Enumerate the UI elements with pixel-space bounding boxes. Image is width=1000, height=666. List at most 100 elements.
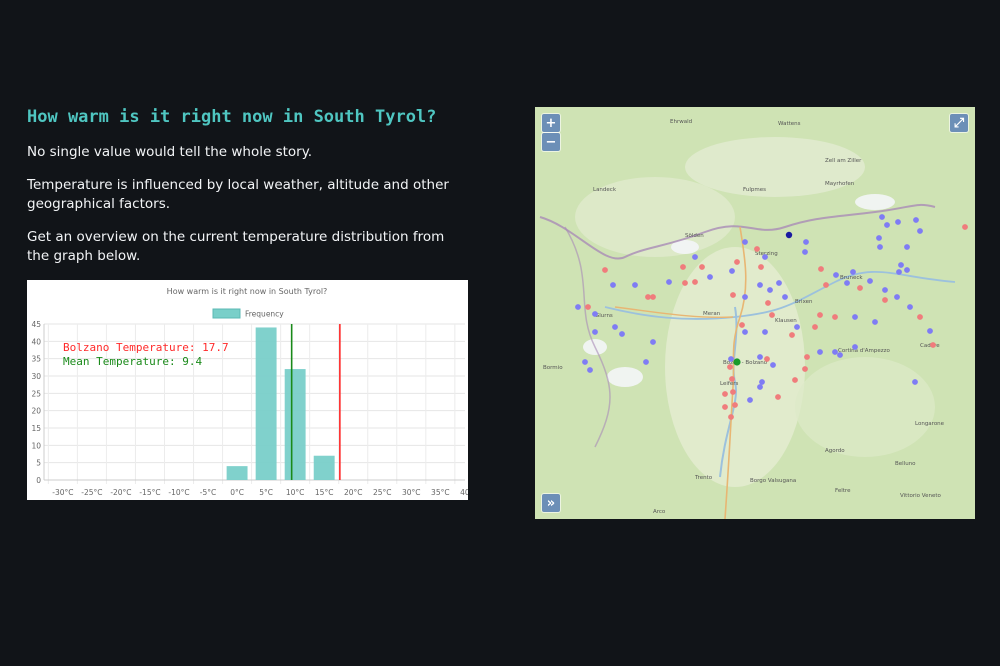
station-marker[interactable] — [850, 269, 856, 275]
station-marker[interactable] — [585, 304, 591, 310]
station-marker[interactable] — [930, 342, 936, 348]
station-marker[interactable] — [682, 280, 688, 286]
station-marker[interactable] — [610, 282, 616, 288]
station-marker[interactable] — [895, 219, 901, 225]
station-marker[interactable] — [789, 332, 795, 338]
station-marker[interactable] — [643, 359, 649, 365]
station-marker[interactable] — [739, 322, 745, 328]
station-marker[interactable] — [802, 366, 808, 372]
station-marker[interactable] — [729, 268, 735, 274]
station-marker[interactable] — [904, 267, 910, 273]
station-marker[interactable] — [728, 414, 734, 420]
station-marker[interactable] — [844, 280, 850, 286]
station-marker[interactable] — [754, 246, 760, 252]
station-marker[interactable] — [913, 217, 919, 223]
station-marker[interactable] — [728, 356, 734, 362]
station-marker[interactable] — [612, 324, 618, 330]
station-marker[interactable] — [912, 379, 918, 385]
station-marker[interactable] — [896, 269, 902, 275]
station-marker[interactable] — [632, 282, 638, 288]
station-marker[interactable] — [837, 352, 843, 358]
station-marker[interactable] — [785, 231, 793, 239]
station-marker[interactable] — [917, 314, 923, 320]
station-marker[interactable] — [727, 364, 733, 370]
station-marker[interactable] — [962, 224, 968, 230]
station-marker[interactable] — [645, 294, 651, 300]
station-marker[interactable] — [742, 329, 748, 335]
station-marker[interactable] — [734, 259, 740, 265]
station-marker[interactable] — [867, 278, 873, 284]
station-marker[interactable] — [680, 264, 686, 270]
station-marker[interactable] — [803, 239, 809, 245]
stations-map[interactable]: Ehrwald Wattens Zell am Ziller Mayrhofen… — [535, 107, 975, 519]
station-marker[interactable] — [757, 354, 763, 360]
station-marker[interactable] — [666, 279, 672, 285]
station-marker[interactable] — [730, 389, 736, 395]
station-marker[interactable] — [882, 297, 888, 303]
station-marker[interactable] — [894, 294, 900, 300]
station-marker[interactable] — [927, 328, 933, 334]
station-marker[interactable] — [804, 354, 810, 360]
station-marker[interactable] — [857, 285, 863, 291]
station-marker[interactable] — [876, 235, 882, 241]
station-marker[interactable] — [730, 292, 736, 298]
station-marker[interactable] — [758, 264, 764, 270]
station-marker[interactable] — [582, 359, 588, 365]
fullscreen-icon[interactable]: ⤢ — [950, 114, 968, 132]
station-marker[interactable] — [587, 367, 593, 373]
station-marker[interactable] — [699, 264, 705, 270]
station-marker[interactable] — [759, 379, 765, 385]
station-marker[interactable] — [729, 376, 735, 382]
station-marker[interactable] — [747, 397, 753, 403]
zoom-out-button[interactable]: − — [542, 133, 560, 151]
station-marker[interactable] — [833, 272, 839, 278]
station-marker[interactable] — [765, 300, 771, 306]
station-marker[interactable] — [882, 287, 888, 293]
station-marker[interactable] — [650, 339, 656, 345]
station-marker[interactable] — [817, 349, 823, 355]
station-marker[interactable] — [792, 377, 798, 383]
station-marker[interactable] — [692, 254, 698, 260]
station-marker[interactable] — [782, 294, 788, 300]
station-marker[interactable] — [619, 331, 625, 337]
station-marker[interactable] — [877, 244, 883, 250]
station-marker[interactable] — [769, 312, 775, 318]
station-marker[interactable] — [742, 239, 748, 245]
station-marker[interactable] — [757, 282, 763, 288]
station-marker[interactable] — [770, 362, 776, 368]
station-marker[interactable] — [592, 311, 598, 317]
station-marker[interactable] — [832, 349, 838, 355]
station-marker[interactable] — [707, 274, 713, 280]
station-marker[interactable] — [776, 280, 782, 286]
map-tiles[interactable]: Ehrwald Wattens Zell am Ziller Mayrhofen… — [535, 107, 975, 519]
station-marker[interactable] — [722, 391, 728, 397]
station-marker[interactable] — [775, 394, 781, 400]
station-marker[interactable] — [762, 254, 768, 260]
station-marker[interactable] — [898, 262, 904, 268]
station-marker[interactable] — [904, 244, 910, 250]
station-marker[interactable] — [879, 214, 885, 220]
zoom-in-button[interactable]: + — [542, 114, 560, 132]
station-marker[interactable] — [812, 324, 818, 330]
station-marker[interactable] — [852, 344, 858, 350]
station-marker[interactable] — [692, 279, 698, 285]
bolzano-station-marker[interactable] — [733, 358, 741, 366]
station-marker[interactable] — [823, 282, 829, 288]
station-marker[interactable] — [884, 222, 890, 228]
station-marker[interactable] — [764, 356, 770, 362]
station-marker[interactable] — [917, 228, 923, 234]
station-marker[interactable] — [762, 329, 768, 335]
station-marker[interactable] — [742, 294, 748, 300]
station-marker[interactable] — [832, 314, 838, 320]
station-marker[interactable] — [650, 294, 656, 300]
station-marker[interactable] — [907, 304, 913, 310]
station-marker[interactable] — [872, 319, 878, 325]
station-marker[interactable] — [757, 384, 763, 390]
station-marker[interactable] — [794, 324, 800, 330]
expand-layers-button[interactable]: » — [542, 494, 560, 512]
station-marker[interactable] — [602, 267, 608, 273]
station-marker[interactable] — [817, 312, 823, 318]
station-marker[interactable] — [575, 304, 581, 310]
station-marker[interactable] — [802, 249, 808, 255]
station-marker[interactable] — [818, 266, 824, 272]
